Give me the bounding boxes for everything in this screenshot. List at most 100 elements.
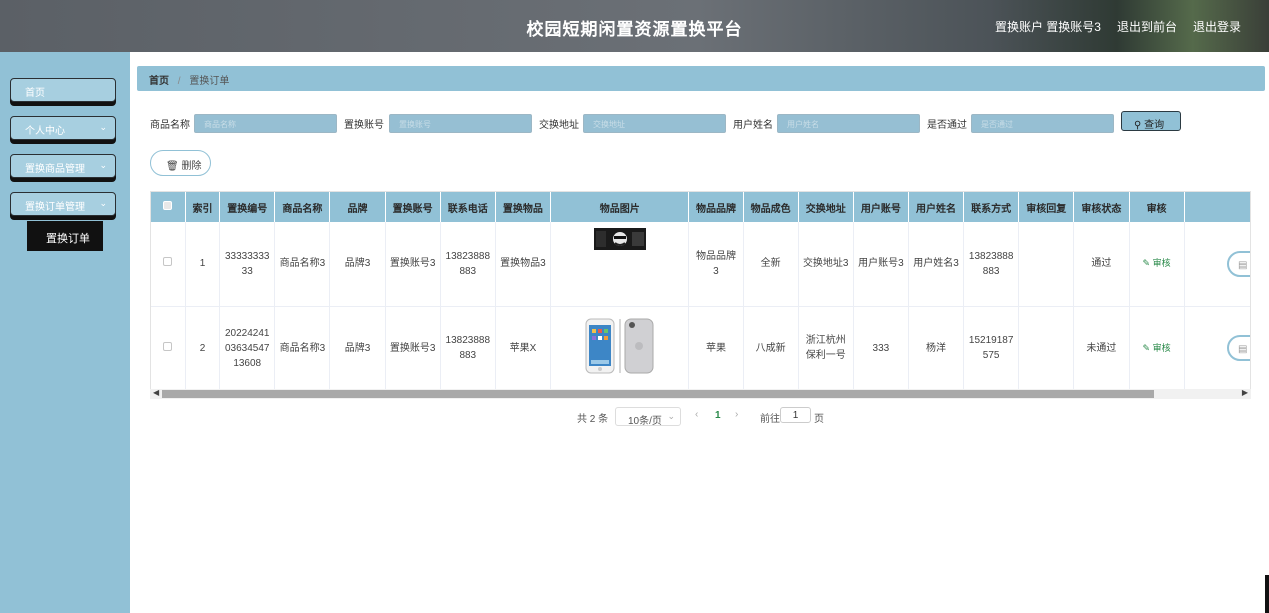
cell-reply [1018,306,1075,391]
page-number-current[interactable]: 1 [715,410,721,421]
audit-label: 审核 [1152,342,1171,353]
scroll-left-arrow-icon[interactable]: ◀ [153,388,159,397]
sidebar-item-label: 置换商品管理 [25,164,85,175]
back-to-front-link[interactable]: 退出到前台 [1117,18,1177,35]
column-header: 索引 [185,192,221,222]
cell-item: 置换物品3 [495,222,552,307]
delete-button[interactable]: 🗑 删除 [150,150,211,176]
goto-page-input[interactable]: 1 [780,407,811,423]
breadcrumb: 首页 / 置换订单 [137,66,1265,91]
scrollbar-thumb[interactable] [162,390,1154,398]
account-input[interactable]: 置换账号 [389,114,532,133]
table-header-row: 索引 置换编号 商品名称 品牌 置换账号 联系电话 置换物品 物品图片 物品品牌… [151,192,1250,222]
sidebar-item-label: 个人中心 [25,126,65,137]
total-count: 共 2 条 [577,414,609,425]
cell-user-account: 用户账号3 [853,222,909,307]
document-icon: ▤ [1238,344,1248,355]
cell-status: 未通过 [1073,306,1130,391]
column-header: 用户姓名 [908,192,965,222]
horizontal-scrollbar[interactable]: ◀ ▶ [150,388,1251,399]
detail-label: 详情 [1250,344,1251,355]
column-header: 商品名称 [274,192,331,222]
cell-item-brand: 物品品牌3 [688,222,744,307]
address-input[interactable]: 交换地址 [583,114,726,133]
detail-button[interactable]: ▤ 详情 [1226,335,1251,361]
sidebar-item-personal-center[interactable]: 个人中心 ⌄ [10,116,116,140]
cell-contact: 15219187575 [963,306,1020,391]
column-header: 操作 [1184,192,1250,222]
chevron-down-icon: ⌄ [99,198,107,208]
cell-index: 2 [185,306,221,391]
search-label-goods-name: 商品名称 [150,120,190,131]
trash-icon: 🗑 [166,161,179,172]
page-size-select[interactable]: 10条/页 ⌄ [615,407,681,427]
column-header: 物品图片 [550,192,690,222]
cell-condition: 八成新 [743,306,799,391]
sidebar-item-label: 首页 [25,88,45,99]
item-image [593,228,646,250]
column-header: 联系方式 [963,192,1020,222]
document-icon: ▤ [1238,259,1248,271]
column-header: 置换账号 [385,192,441,222]
column-header: 置换编号 [219,192,276,222]
header-actions: 置换账户 置换账号3 退出到前台 退出登录 [995,18,1241,35]
table-row: 2 202242410363454713608 商品名称3 品牌3 置换账号3 … [151,306,1251,391]
audit-link[interactable]: ✎ 审核 [1143,343,1171,353]
row-checkbox[interactable] [151,306,186,391]
cell-phone: 13823888883 [440,306,496,391]
cell-operations: ▤ 详情 [1184,222,1251,307]
search-label-approved: 是否通过 [927,120,967,131]
cell-image [550,306,690,391]
breadcrumb-home[interactable]: 首页 [149,76,169,87]
cell-name: 商品名称3 [274,306,331,391]
cell-account: 置换账号3 [385,306,441,391]
submenu-item-orders[interactable]: 置换订单 [27,221,103,251]
side-widget[interactable] [1265,575,1269,613]
delete-label: 删除 [181,161,202,172]
sidebar-item-order-management[interactable]: 置换订单管理 ⌄ [10,192,116,216]
column-header: 审核 [1129,192,1185,222]
column-header: 交换地址 [798,192,854,222]
cell-user-name: 用户姓名3 [908,222,965,307]
sidebar-item-label: 置换订单管理 [25,202,85,213]
sidebar-item-home[interactable]: 首页 [10,78,116,102]
cell-operations: ▤ 详情 [1184,306,1251,391]
scroll-right-arrow-icon[interactable]: ▶ [1242,388,1248,397]
page-unit-label: 页 [814,414,824,425]
cell-brand: 品牌3 [329,222,386,307]
audit-link[interactable]: ✎ 审核 [1143,258,1171,268]
next-page-icon[interactable]: › [735,409,738,420]
sidebar-item-goods-management[interactable]: 置换商品管理 ⌄ [10,154,116,178]
cell-image [550,222,690,307]
cell-phone: 13823888883 [440,222,496,307]
search-label-user-name: 用户姓名 [733,120,773,131]
breadcrumb-current: 置换订单 [189,76,230,87]
account-label: 置换账户 置换账号3 [994,20,1101,34]
row-checkbox[interactable] [151,222,186,307]
sidebar: 首页 个人中心 ⌄ 置换商品管理 ⌄ 置换订单管理 ⌄ [0,52,130,613]
query-button[interactable]: ⚲ 查询 [1121,111,1181,131]
user-name-input[interactable]: 用户姓名 [777,114,920,133]
detail-button[interactable]: ▤ 详情 [1226,250,1251,277]
goto-label: 前往 [760,414,780,425]
edit-icon: ✎ [1142,258,1151,269]
cell-name: 商品名称3 [274,222,331,307]
select-all-checkbox[interactable] [151,192,186,222]
column-header: 用户账号 [853,192,909,222]
search-form: 商品名称 商品名称 置换账号 置换账号 交换地址 交换地址 用户姓名 用户姓名 … [150,111,1250,133]
detail-label: 详情 [1250,260,1251,271]
column-header: 联系电话 [440,192,496,222]
table-row: 1 3333333333 商品名称3 品牌3 置换账号3 13823888883… [151,222,1251,307]
column-header: 物品品牌 [688,192,744,222]
prev-page-icon[interactable]: ‹ [695,409,698,420]
cell-address: 浙江杭州保利一号 [798,306,854,391]
query-label: 查询 [1144,120,1165,131]
orders-table: 索引 置换编号 商品名称 品牌 置换账号 联系电话 置换物品 物品图片 物品品牌… [150,191,1251,398]
goods-name-input[interactable]: 商品名称 [194,114,337,133]
logout-link[interactable]: 退出登录 [1193,18,1241,35]
cell-reply [1018,222,1075,307]
approved-input[interactable]: 是否通过 [971,114,1114,133]
top-header: 校园短期闲置资源置换平台 置换账户 置换账号3 退出到前台 退出登录 [0,0,1269,52]
column-header: 置换物品 [495,192,552,222]
cell-account: 置换账号3 [385,222,441,307]
